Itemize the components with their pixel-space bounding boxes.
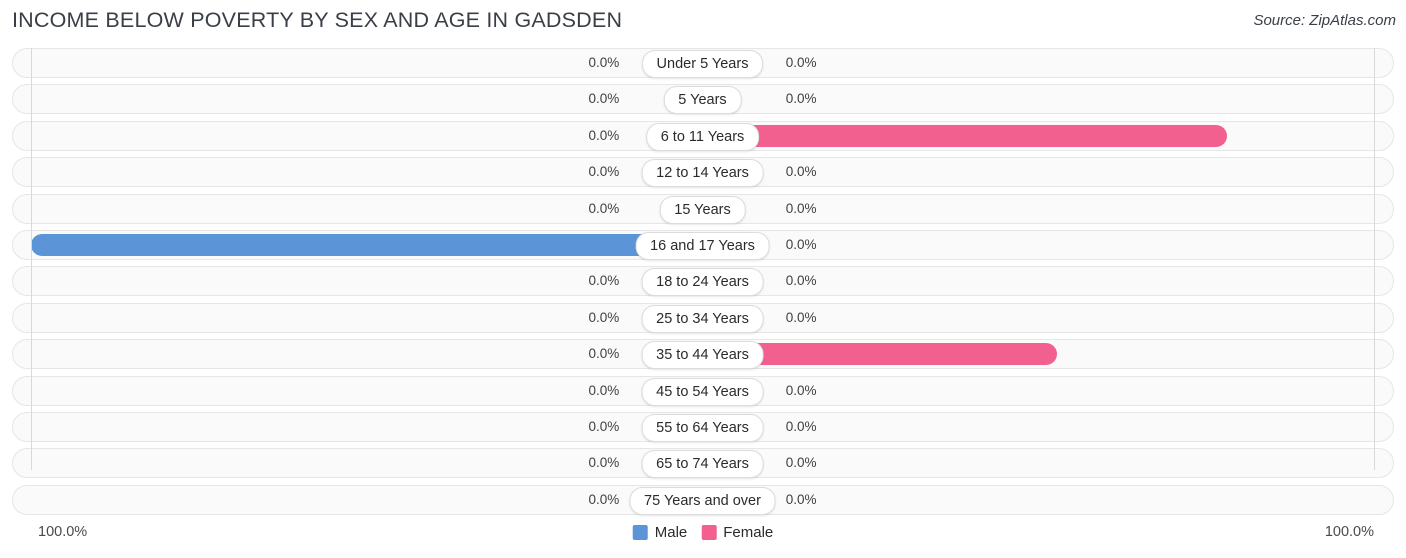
row-bars: 0.0% 0.0% 18 to 24 Years xyxy=(31,266,1374,297)
category-label: Under 5 Years xyxy=(641,50,764,78)
female-value-label: 0.0% xyxy=(785,455,817,471)
chart-footer: 100.0% Male Female 100.0% xyxy=(0,518,1406,558)
row-bars: 0.0% 0.0% 55 to 64 Years xyxy=(31,412,1374,442)
male-value-label: 0.0% xyxy=(588,127,620,143)
bar-row: 0.0% 0.0% 65 to 74 Years xyxy=(0,448,1406,479)
category-label: 16 and 17 Years xyxy=(635,231,770,260)
category-label: 6 to 11 Years xyxy=(645,122,760,151)
row-bars: 0.0% 0.0% 65 to 74 Years xyxy=(31,448,1374,479)
male-value-label: 0.0% xyxy=(588,455,620,471)
male-value-label: 0.0% xyxy=(588,200,620,216)
category-label: 12 to 14 Years xyxy=(641,159,764,188)
row-bars: 0.0%78.1%6 to 11 Years xyxy=(31,121,1374,151)
bar-row: 0.0% 0.0% 45 to 54 Years xyxy=(0,375,1406,406)
legend-label: Female xyxy=(723,524,774,541)
bar-row: 0.0%52.8%35 to 44 Years xyxy=(0,339,1406,370)
female-value-label: 0.0% xyxy=(785,200,817,216)
male-value-label: 0.0% xyxy=(588,309,620,325)
female-bar-wrap xyxy=(702,124,1375,147)
female-value-label: 0.0% xyxy=(785,91,817,107)
female-bar-wrap xyxy=(702,343,1375,366)
category-label: 65 to 74 Years xyxy=(641,450,764,479)
bar-row: 0.0% 0.0% 15 Years xyxy=(0,193,1406,224)
female-value-label: 0.0% xyxy=(785,382,817,398)
bar-row: 100.0%0.0%16 and 17 Years xyxy=(0,229,1406,260)
category-label: 18 to 24 Years xyxy=(641,268,764,297)
male-bar-wrap xyxy=(31,233,703,256)
row-bars: 0.0% 0.0% 75 Years and over xyxy=(31,485,1374,515)
bar-row: 0.0% 0.0% 55 to 64 Years xyxy=(0,411,1406,442)
axis-max-left: 100.0% xyxy=(38,524,88,540)
row-bars: 0.0% 0.0% Under 5 Years xyxy=(31,48,1374,78)
male-value-label: 0.0% xyxy=(588,55,620,70)
male-value-label: 0.0% xyxy=(588,273,620,289)
row-bars: 0.0% 0.0% 12 to 14 Years xyxy=(31,157,1374,188)
row-bars: 0.0% 0.0% 25 to 34 Years xyxy=(31,303,1374,333)
source-attribution: Source: ZipAtlas.com xyxy=(1253,12,1396,29)
chart-container: INCOME BELOW POVERTY BY SEX AND AGE IN G… xyxy=(0,0,1406,558)
bar-row: 0.0% 0.0% 75 Years and over xyxy=(0,484,1406,515)
row-bars: 100.0%0.0%16 and 17 Years xyxy=(31,230,1374,260)
male-value-label: 0.0% xyxy=(588,91,620,107)
male-value-label: 0.0% xyxy=(588,382,620,398)
female-bar[interactable] xyxy=(702,124,1227,147)
female-value-label: 0.0% xyxy=(785,164,817,180)
female-value-label: 0.0% xyxy=(785,55,817,70)
male-value-label: 0.0% xyxy=(588,346,620,362)
row-bars: 0.0% 0.0% 5 Years xyxy=(31,84,1374,115)
legend-item-female[interactable]: Female xyxy=(701,524,773,541)
male-bar[interactable] xyxy=(31,233,703,256)
legend-swatch-icon xyxy=(632,525,648,540)
female-value-label: 0.0% xyxy=(785,491,817,507)
male-value-label: 0.0% xyxy=(588,164,620,180)
category-label: 45 to 54 Years xyxy=(641,377,764,406)
legend-swatch-icon xyxy=(701,525,717,540)
legend-item-male[interactable]: Male xyxy=(632,524,688,541)
bar-row: 0.0% 0.0% 5 Years xyxy=(0,84,1406,115)
category-label: 55 to 64 Years xyxy=(641,413,764,442)
chart-header: INCOME BELOW POVERTY BY SEX AND AGE IN G… xyxy=(0,0,1406,42)
category-label: 35 to 44 Years xyxy=(641,341,764,370)
page-title: INCOME BELOW POVERTY BY SEX AND AGE IN G… xyxy=(12,8,623,32)
category-label: 25 to 34 Years xyxy=(641,304,764,333)
female-value-label: 0.0% xyxy=(785,273,817,289)
female-value-label: 0.0% xyxy=(785,309,817,325)
bar-row: 0.0% 0.0% Under 5 Years xyxy=(0,48,1406,78)
female-value-label: 0.0% xyxy=(785,418,817,434)
chart-legend: Male Female xyxy=(632,524,773,541)
bar-row: 0.0%78.1%6 to 11 Years xyxy=(0,120,1406,151)
row-bars: 0.0%52.8%35 to 44 Years xyxy=(31,339,1375,370)
male-value-label: 0.0% xyxy=(588,418,620,434)
bar-row: 0.0% 0.0% 12 to 14 Years xyxy=(0,157,1406,188)
bar-row: 0.0% 0.0% 18 to 24 Years xyxy=(0,266,1406,297)
male-value-label: 0.0% xyxy=(588,491,620,507)
female-value-label: 0.0% xyxy=(785,236,817,252)
plot-area: 0.0% 0.0% Under 5 Years 0.0% 0.0% 5 Years 0.0%… xyxy=(0,48,1406,518)
category-label: 75 Years and over xyxy=(629,486,776,515)
axis-max-right: 100.0% xyxy=(1324,524,1374,540)
legend-label: Male xyxy=(654,524,688,541)
bar-row: 0.0% 0.0% 25 to 34 Years xyxy=(0,302,1406,333)
bar-rows: 0.0% 0.0% Under 5 Years 0.0% 0.0% 5 Years 0.0%… xyxy=(0,48,1406,521)
category-label: 5 Years xyxy=(663,86,742,115)
row-bars: 0.0% 0.0% 45 to 54 Years xyxy=(31,376,1374,406)
row-bars: 0.0% 0.0% 15 Years xyxy=(31,194,1374,224)
category-label: 15 Years xyxy=(659,195,746,224)
